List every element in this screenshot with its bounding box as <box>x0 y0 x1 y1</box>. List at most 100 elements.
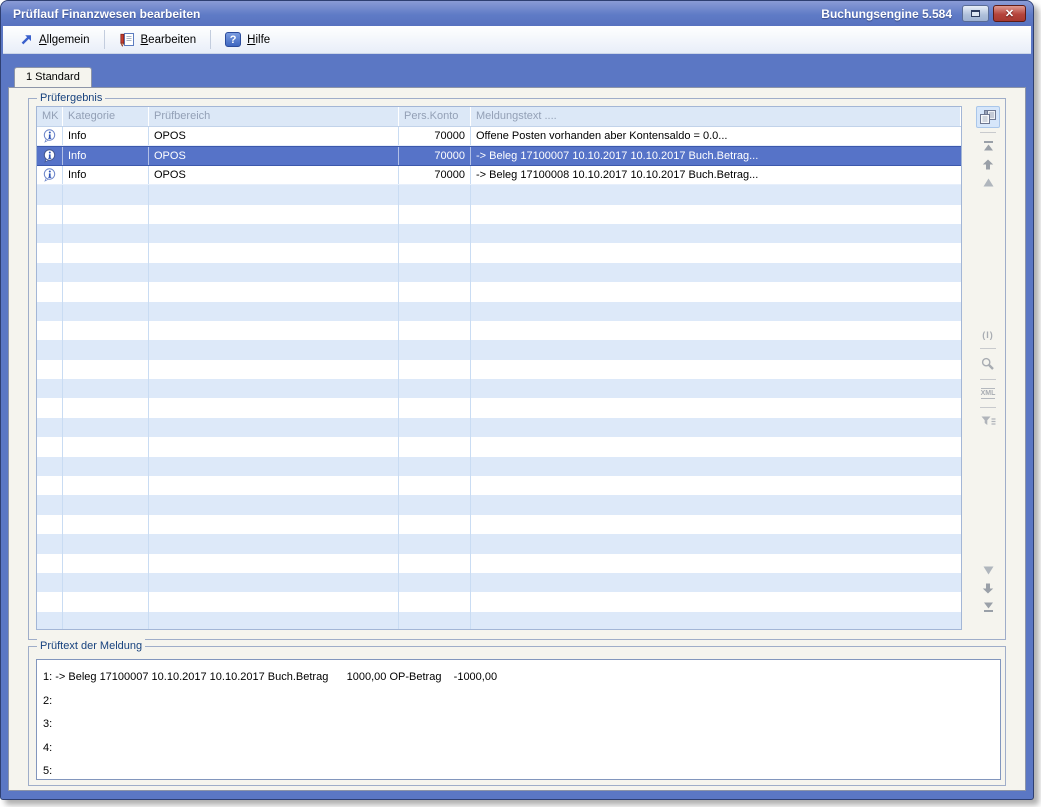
cell-meldungstext: -> Beleg 17100008 10.10.2017 10.10.2017 … <box>471 166 961 184</box>
empty-row <box>37 418 961 437</box>
close-button[interactable]: ✕ <box>993 5 1026 22</box>
empty-row <box>37 243 961 262</box>
message-group-title: Prüftext der Meldung <box>37 639 145 654</box>
empty-row <box>37 398 961 417</box>
minimize-button[interactable] <box>962 5 989 22</box>
separator <box>980 132 996 133</box>
empty-row <box>37 515 961 534</box>
empty-row <box>37 205 961 224</box>
empty-rows <box>37 185 961 630</box>
field-info-icon[interactable]: (I) <box>982 330 994 340</box>
empty-row <box>37 476 961 495</box>
empty-row <box>37 360 961 379</box>
empty-row <box>37 437 961 456</box>
table-row[interactable]: Info OPOS 70000 Offene Posten vorhanden … <box>37 127 961 146</box>
empty-row <box>37 592 961 611</box>
column-header-pruefbereich[interactable]: Prüfbereich <box>149 107 399 126</box>
column-header-perskonto[interactable]: Pers.Konto <box>399 107 471 126</box>
column-header-meldungstext[interactable]: Meldungstext .... <box>471 107 961 126</box>
cell-kategorie: Info <box>63 127 149 145</box>
grid-side-toolbar: (I) XML <box>975 106 1001 630</box>
go-first-icon[interactable] <box>983 141 994 151</box>
info-icon <box>37 127 63 145</box>
form-view-icon <box>980 110 996 124</box>
empty-row <box>37 185 961 204</box>
window-background-strip <box>1 54 1033 67</box>
hilfe-button[interactable]: ? Hilfe <box>216 28 279 51</box>
bearbeiten-button[interactable]: Bearbeiten <box>110 28 206 51</box>
message-groupbox: Prüftext der Meldung 1: -> Beleg 1710000… <box>28 646 1006 786</box>
empty-row <box>37 302 961 321</box>
form-view-button[interactable] <box>976 106 1000 128</box>
go-previous-icon[interactable] <box>983 178 994 187</box>
column-header-mk[interactable]: MK <box>37 107 63 126</box>
separator <box>980 348 996 349</box>
content-panel: Prüfergebnis MK Kategorie Prüfbereich Pe… <box>8 87 1026 791</box>
nav-arrow-up-right-icon <box>20 33 33 46</box>
table-header: MK Kategorie Prüfbereich Pers.Konto Meld… <box>37 107 961 127</box>
hilfe-label: Hilfe <box>247 34 270 46</box>
page-up-icon[interactable] <box>982 159 994 170</box>
message-line-4: 4: <box>43 737 1000 761</box>
empty-row <box>37 224 961 243</box>
page-down-icon[interactable] <box>982 583 994 594</box>
separator <box>980 379 996 380</box>
cell-pruefbereich: OPOS <box>149 147 399 164</box>
cell-kategorie: Info <box>63 166 149 184</box>
allgemein-button[interactable]: Allgemein <box>11 29 99 50</box>
app-version: Buchungsengine 5.584 <box>821 7 952 21</box>
tab-bar: 1 Standard <box>14 67 1033 87</box>
empty-row <box>37 554 961 573</box>
separator <box>980 407 996 408</box>
cell-perskonto: 70000 <box>399 166 471 184</box>
info-icon <box>37 166 63 184</box>
empty-row <box>37 457 961 476</box>
empty-row <box>37 534 961 553</box>
go-last-icon[interactable] <box>983 602 994 612</box>
cell-pruefbereich: OPOS <box>149 127 399 145</box>
message-line-3: 3: <box>43 713 1000 737</box>
go-next-icon[interactable] <box>983 566 994 575</box>
app-window: Prüflauf Finanzwesen bearbeiten Buchungs… <box>0 0 1034 800</box>
table-row[interactable]: Info OPOS 70000 -> Beleg 17100008 10.10.… <box>37 166 961 185</box>
search-icon[interactable] <box>981 357 995 371</box>
message-line-5: 5: <box>43 760 1000 784</box>
result-group-title: Prüfergebnis <box>37 91 105 106</box>
toolbar-separator <box>104 30 105 49</box>
bearbeiten-label: Bearbeiten <box>141 34 197 46</box>
message-line-2: 2: <box>43 690 1000 714</box>
allgemein-label: Allgemein <box>39 34 90 46</box>
window-title: Prüflauf Finanzwesen bearbeiten <box>13 7 200 21</box>
toolbar-separator <box>210 30 211 49</box>
empty-row <box>37 321 961 340</box>
table-row-selected[interactable]: Info OPOS 70000 -> Beleg 17100007 10.10.… <box>37 146 961 165</box>
message-line-1: 1: -> Beleg 17100007 10.10.2017 10.10.20… <box>43 666 1000 690</box>
edit-notepad-icon <box>119 32 135 47</box>
result-groupbox: Prüfergebnis MK Kategorie Prüfbereich Pe… <box>28 98 1006 640</box>
cell-meldungstext: -> Beleg 17100007 10.10.2017 10.10.2017 … <box>471 147 961 164</box>
close-icon: ✕ <box>1005 7 1014 20</box>
column-header-kategorie[interactable]: Kategorie <box>63 107 149 126</box>
minimize-icon <box>971 10 980 17</box>
info-icon <box>37 147 63 164</box>
cell-meldungstext: Offene Posten vorhanden aber Kontensaldo… <box>471 127 961 145</box>
empty-row <box>37 282 961 301</box>
empty-row <box>37 495 961 514</box>
message-text-box: 1: -> Beleg 17100007 10.10.2017 10.10.20… <box>36 659 1001 780</box>
cell-perskonto: 70000 <box>399 147 471 164</box>
cell-pruefbereich: OPOS <box>149 166 399 184</box>
empty-row <box>37 340 961 359</box>
tab-standard[interactable]: 1 Standard <box>14 67 92 87</box>
cell-perskonto: 70000 <box>399 127 471 145</box>
filter-icon[interactable] <box>981 416 996 426</box>
empty-row <box>37 263 961 282</box>
xml-export-icon[interactable]: XML <box>981 388 996 399</box>
cell-kategorie: Info <box>63 147 149 164</box>
result-table: MK Kategorie Prüfbereich Pers.Konto Meld… <box>36 106 962 630</box>
help-icon: ? <box>225 32 241 47</box>
empty-row <box>37 573 961 592</box>
main-toolbar: Allgemein Bearbeiten ? Hilfe <box>3 26 1031 54</box>
titlebar: Prüflauf Finanzwesen bearbeiten Buchungs… <box>1 1 1033 26</box>
empty-row <box>37 379 961 398</box>
empty-row <box>37 612 961 630</box>
